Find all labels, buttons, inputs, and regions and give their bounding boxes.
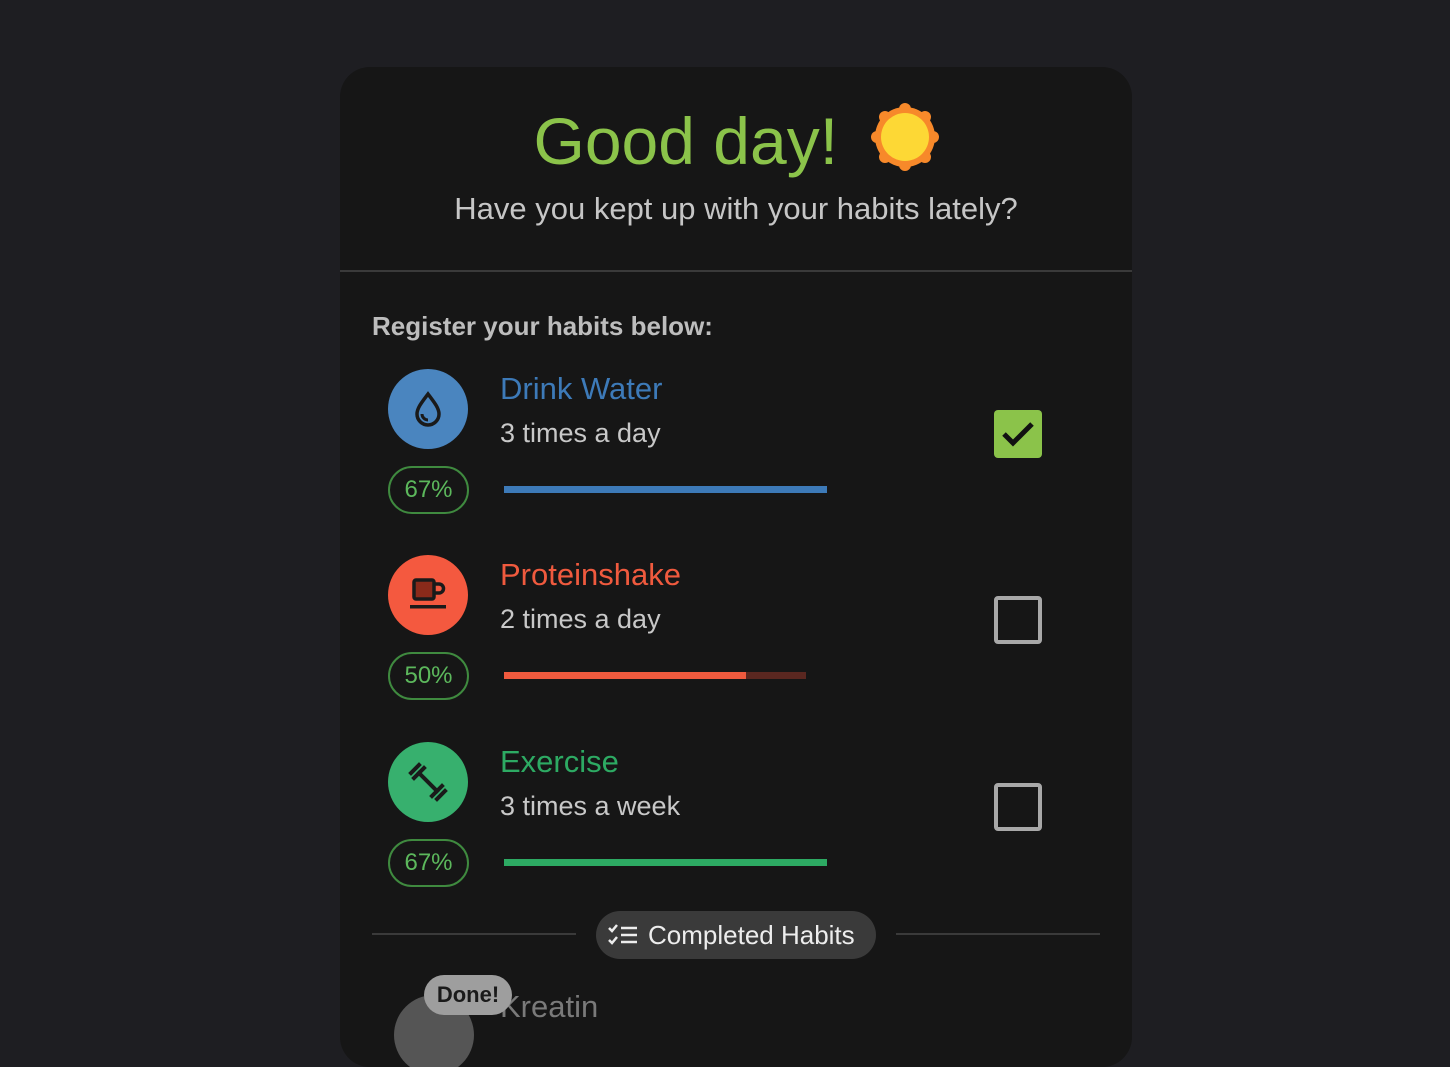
habit-percent-badge: 50% — [388, 652, 469, 700]
habit-icon-badge[interactable] — [388, 555, 468, 635]
separator-line-right — [896, 933, 1100, 935]
habit-frequency: 3 times a day — [500, 418, 661, 448]
habit-percent-badge: 67% — [388, 839, 469, 887]
habit-progress-fill — [504, 672, 746, 679]
done-badge: Done! — [424, 975, 512, 1015]
header-divider — [340, 270, 1132, 272]
completed-habits-button[interactable]: Completed Habits — [596, 911, 876, 959]
water-drop-icon — [415, 391, 441, 427]
habit-frequency: 3 times a week — [500, 791, 681, 821]
page-title: Good day! — [533, 104, 839, 178]
completed-habits-separator: Completed Habits — [372, 911, 1100, 959]
habit-progress-fill — [504, 486, 827, 493]
greeting-subtitle: Have you kept up with your habits lately… — [454, 191, 1018, 226]
habit-percent-badge: 67% — [388, 466, 469, 514]
habit-icon-badge[interactable] — [388, 742, 468, 822]
habit-progress-fill — [504, 859, 827, 866]
separator-line-left — [372, 933, 576, 935]
greeting-header: Good day! — [340, 103, 1132, 179]
sun-icon — [870, 103, 939, 171]
habit-row-drink-water: 67% Drink Water 3 times a day — [340, 369, 1132, 549]
habit-name: Exercise — [500, 744, 619, 779]
habit-name: Drink Water — [500, 371, 663, 406]
habit-icon-badge[interactable] — [388, 369, 468, 449]
habit-checkbox[interactable] — [994, 410, 1042, 458]
habit-row-exercise: 67% Exercise 3 times a week — [340, 742, 1132, 922]
habit-checkbox[interactable] — [994, 783, 1042, 831]
habit-frequency: 2 times a day — [500, 604, 661, 634]
completed-habits-label: Completed Habits — [648, 920, 855, 950]
habit-checkbox[interactable] — [994, 596, 1042, 644]
habits-card: Good day! Have you kept up with your hab… — [340, 67, 1132, 1067]
habit-progress-bar — [504, 486, 827, 493]
habit-progress-bar — [504, 859, 827, 866]
completed-habit-name: Kreatin — [500, 989, 599, 1024]
checkmark-icon — [1002, 422, 1034, 447]
habit-name: Proteinshake — [500, 557, 681, 592]
habit-progress-bar — [504, 672, 806, 679]
register-heading: Register your habits below: — [372, 311, 713, 341]
habit-row-proteinshake: 50% Proteinshake 2 times a day — [340, 555, 1132, 735]
cup-icon — [410, 578, 446, 609]
dumbbell-icon — [408, 762, 448, 802]
checklist-icon — [608, 924, 637, 945]
